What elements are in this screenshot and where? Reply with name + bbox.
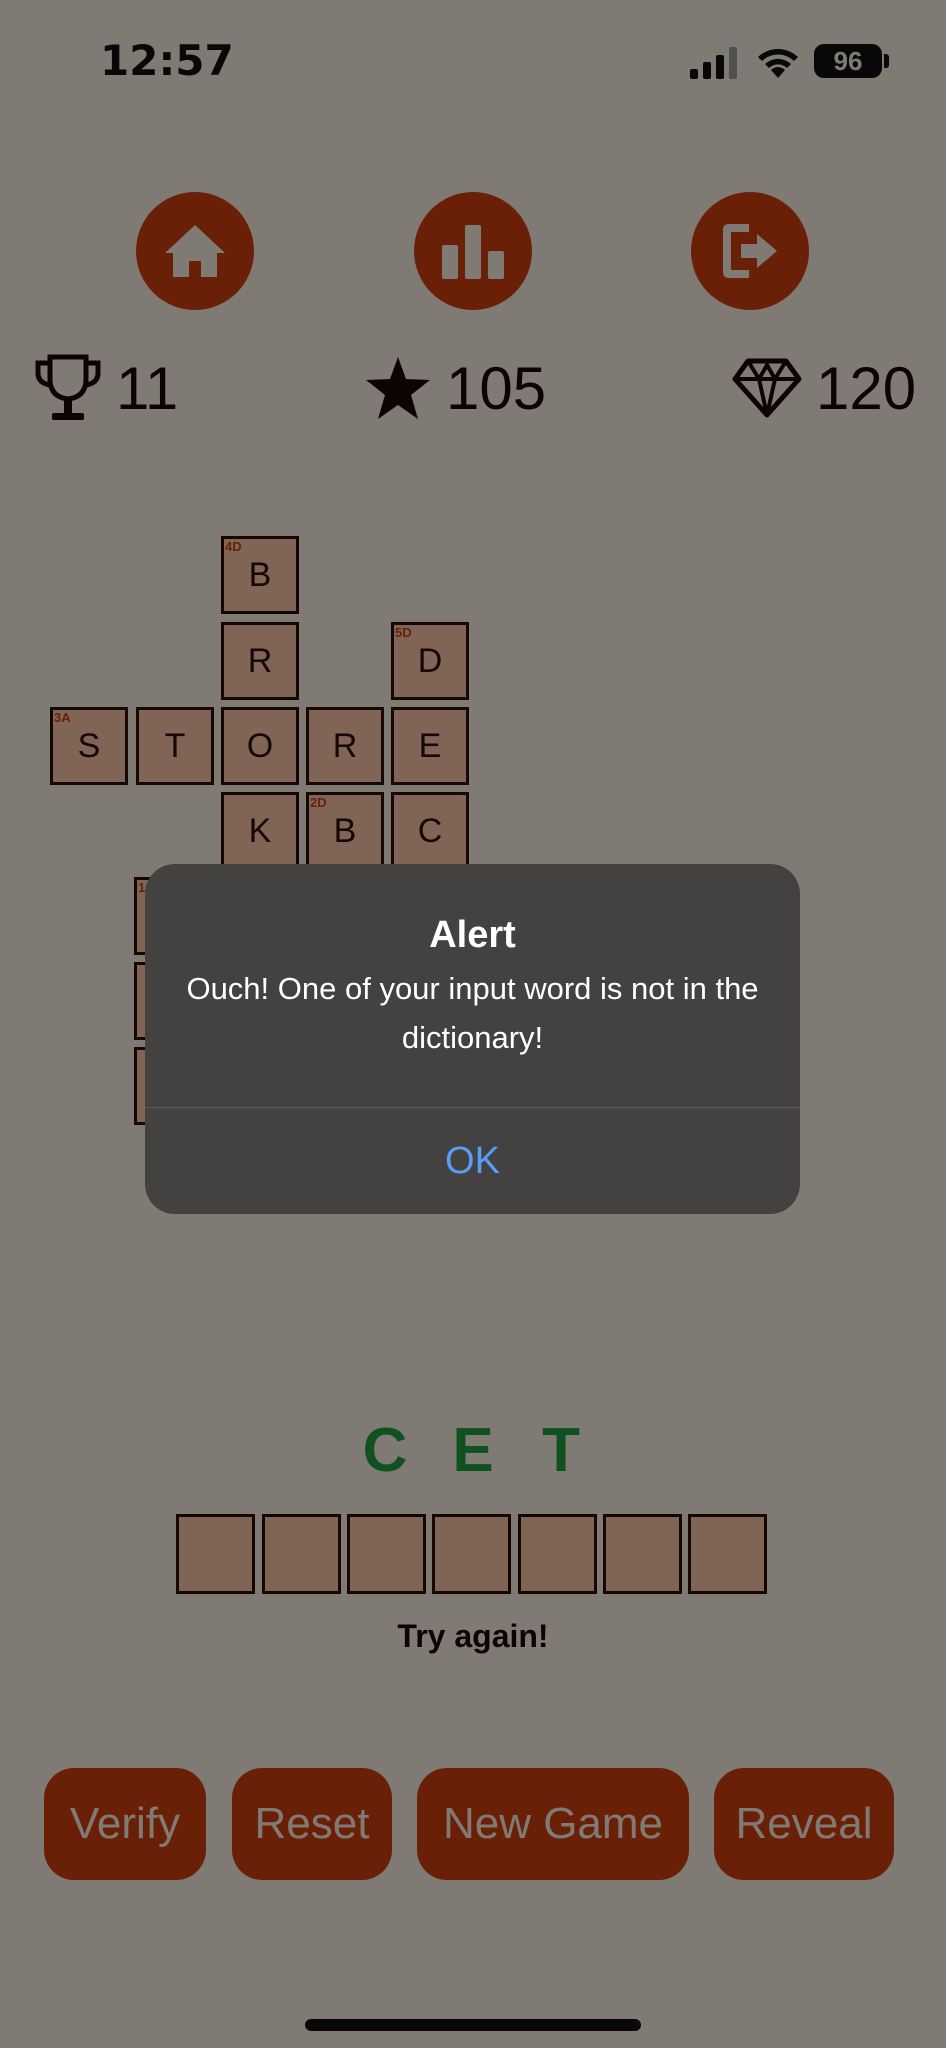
alert-title: Alert [429,914,516,956]
alert-message: Ouch! One of your input word is not in t… [186,971,759,1055]
alert-ok-button[interactable]: OK [145,1108,800,1214]
alert-dialog: Alert Ouch! One of your input word is no… [145,864,800,1214]
